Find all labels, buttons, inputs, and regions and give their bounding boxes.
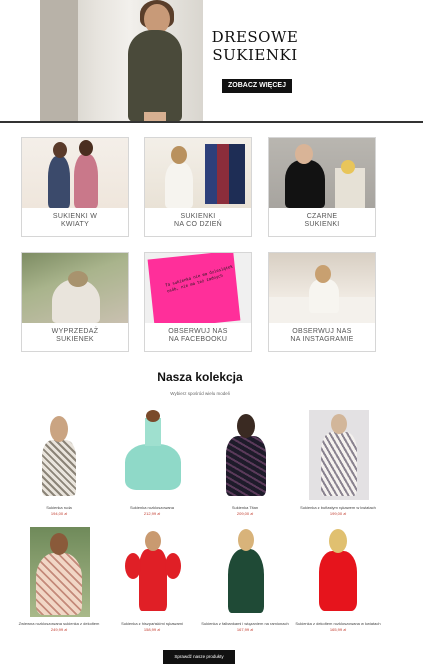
product-image [107, 410, 197, 500]
category-label-line1: SUKIENKI [180, 213, 216, 220]
category-label: SUKIENKI NA CO DZIEŃ [145, 213, 251, 229]
product-price: 167,99 zł [236, 627, 254, 632]
category-label: WYPRZEDAŻ SUKIENEK [22, 328, 128, 344]
product-name[interactable]: Sukienka z dekoltem rozkloszowana w kwia… [283, 621, 393, 626]
product-price: 199,00 zł [329, 511, 347, 516]
category-image [22, 253, 128, 323]
category-label: SUKIENKI W KWIATY [22, 213, 128, 229]
category-image [269, 253, 375, 323]
category-label: OBSERWUJ NAS NA FACEBOOKU [145, 328, 251, 344]
hero-photo-pillar [40, 0, 78, 122]
category-label-line1: CZARNE [306, 213, 338, 220]
check-products-button[interactable]: Sprawdź nasze produkty [163, 650, 235, 664]
category-label-line2: NA FACEBOOKU [168, 336, 228, 343]
product-image [293, 410, 383, 500]
product-image [14, 410, 104, 500]
product-image [14, 527, 104, 617]
category-label-line2: KWIATY [60, 221, 90, 228]
category-label: OBSERWUJ NAS NA INSTAGRAMIE [269, 328, 375, 344]
hero-title: DRESOWE SUKIENKI [210, 28, 300, 64]
hero-title-line1: DRESOWE [211, 28, 299, 46]
category-label-line2: NA CO DZIEŃ [173, 221, 223, 228]
hero-title-line2: SUKIENKI [212, 46, 298, 64]
category-facebook[interactable]: Ta sukienka nie ma dziesiątek osób, nie … [144, 252, 252, 352]
collection-subtitle: Wybierz spośród wielu modeli [170, 391, 230, 396]
category-label-line2: SUKIENEK [56, 336, 94, 343]
category-label-line1: OBSERWUJ NAS [168, 328, 228, 335]
hero-divider [0, 121, 423, 123]
category-floral-dresses[interactable]: SUKIENKI W KWIATY [21, 137, 129, 237]
category-image [145, 138, 251, 208]
hero-model-dress [128, 30, 182, 122]
category-label: CZARNE SUKIENKI [269, 213, 375, 229]
product-price: 158,99 zł [143, 627, 161, 632]
product-price: 194,00 zł [50, 511, 68, 516]
postit-note [147, 253, 241, 323]
product-name[interactable]: Sukienka z bufiastym rękawem w kwiatach [283, 505, 393, 510]
see-more-button[interactable]: ZOBACZ WIĘCEJ [222, 79, 292, 93]
category-image: Ta sukienka nie ma dziesiątek osób, nie … [145, 253, 251, 323]
product-image [200, 527, 290, 617]
category-label-line1: OBSERWUJ NAS [292, 328, 352, 335]
product-price: 165,99 zł [329, 627, 347, 632]
category-label-line1: WYPRZEDAŻ [51, 328, 99, 335]
hero-photo [40, 0, 203, 122]
collection-title: Nasza kolekcja [157, 370, 243, 384]
category-everyday-dresses[interactable]: SUKIENKI NA CO DZIEŃ [144, 137, 252, 237]
category-label-line2: SUKIENKI [304, 221, 340, 228]
hero-banner: DRESOWE SUKIENKI ZOBACZ WIĘCEJ [0, 0, 423, 123]
category-label-line2: NA INSTAGRAMIE [290, 336, 354, 343]
product-price: 209,00 zł [236, 511, 254, 516]
category-sale[interactable]: WYPRZEDAŻ SUKIENEK [21, 252, 129, 352]
product-image [293, 527, 383, 617]
product-image [107, 527, 197, 617]
product-image [200, 410, 290, 500]
category-black-dresses[interactable]: CZARNE SUKIENKI [268, 137, 376, 237]
product-price: 249,99 zł [50, 627, 68, 632]
product-price: 212,99 zł [143, 511, 161, 516]
category-image [269, 138, 375, 208]
category-instagram[interactable]: OBSERWUJ NAS NA INSTAGRAMIE [268, 252, 376, 352]
category-label-line1: SUKIENKI W [52, 213, 98, 220]
category-image [22, 138, 128, 208]
